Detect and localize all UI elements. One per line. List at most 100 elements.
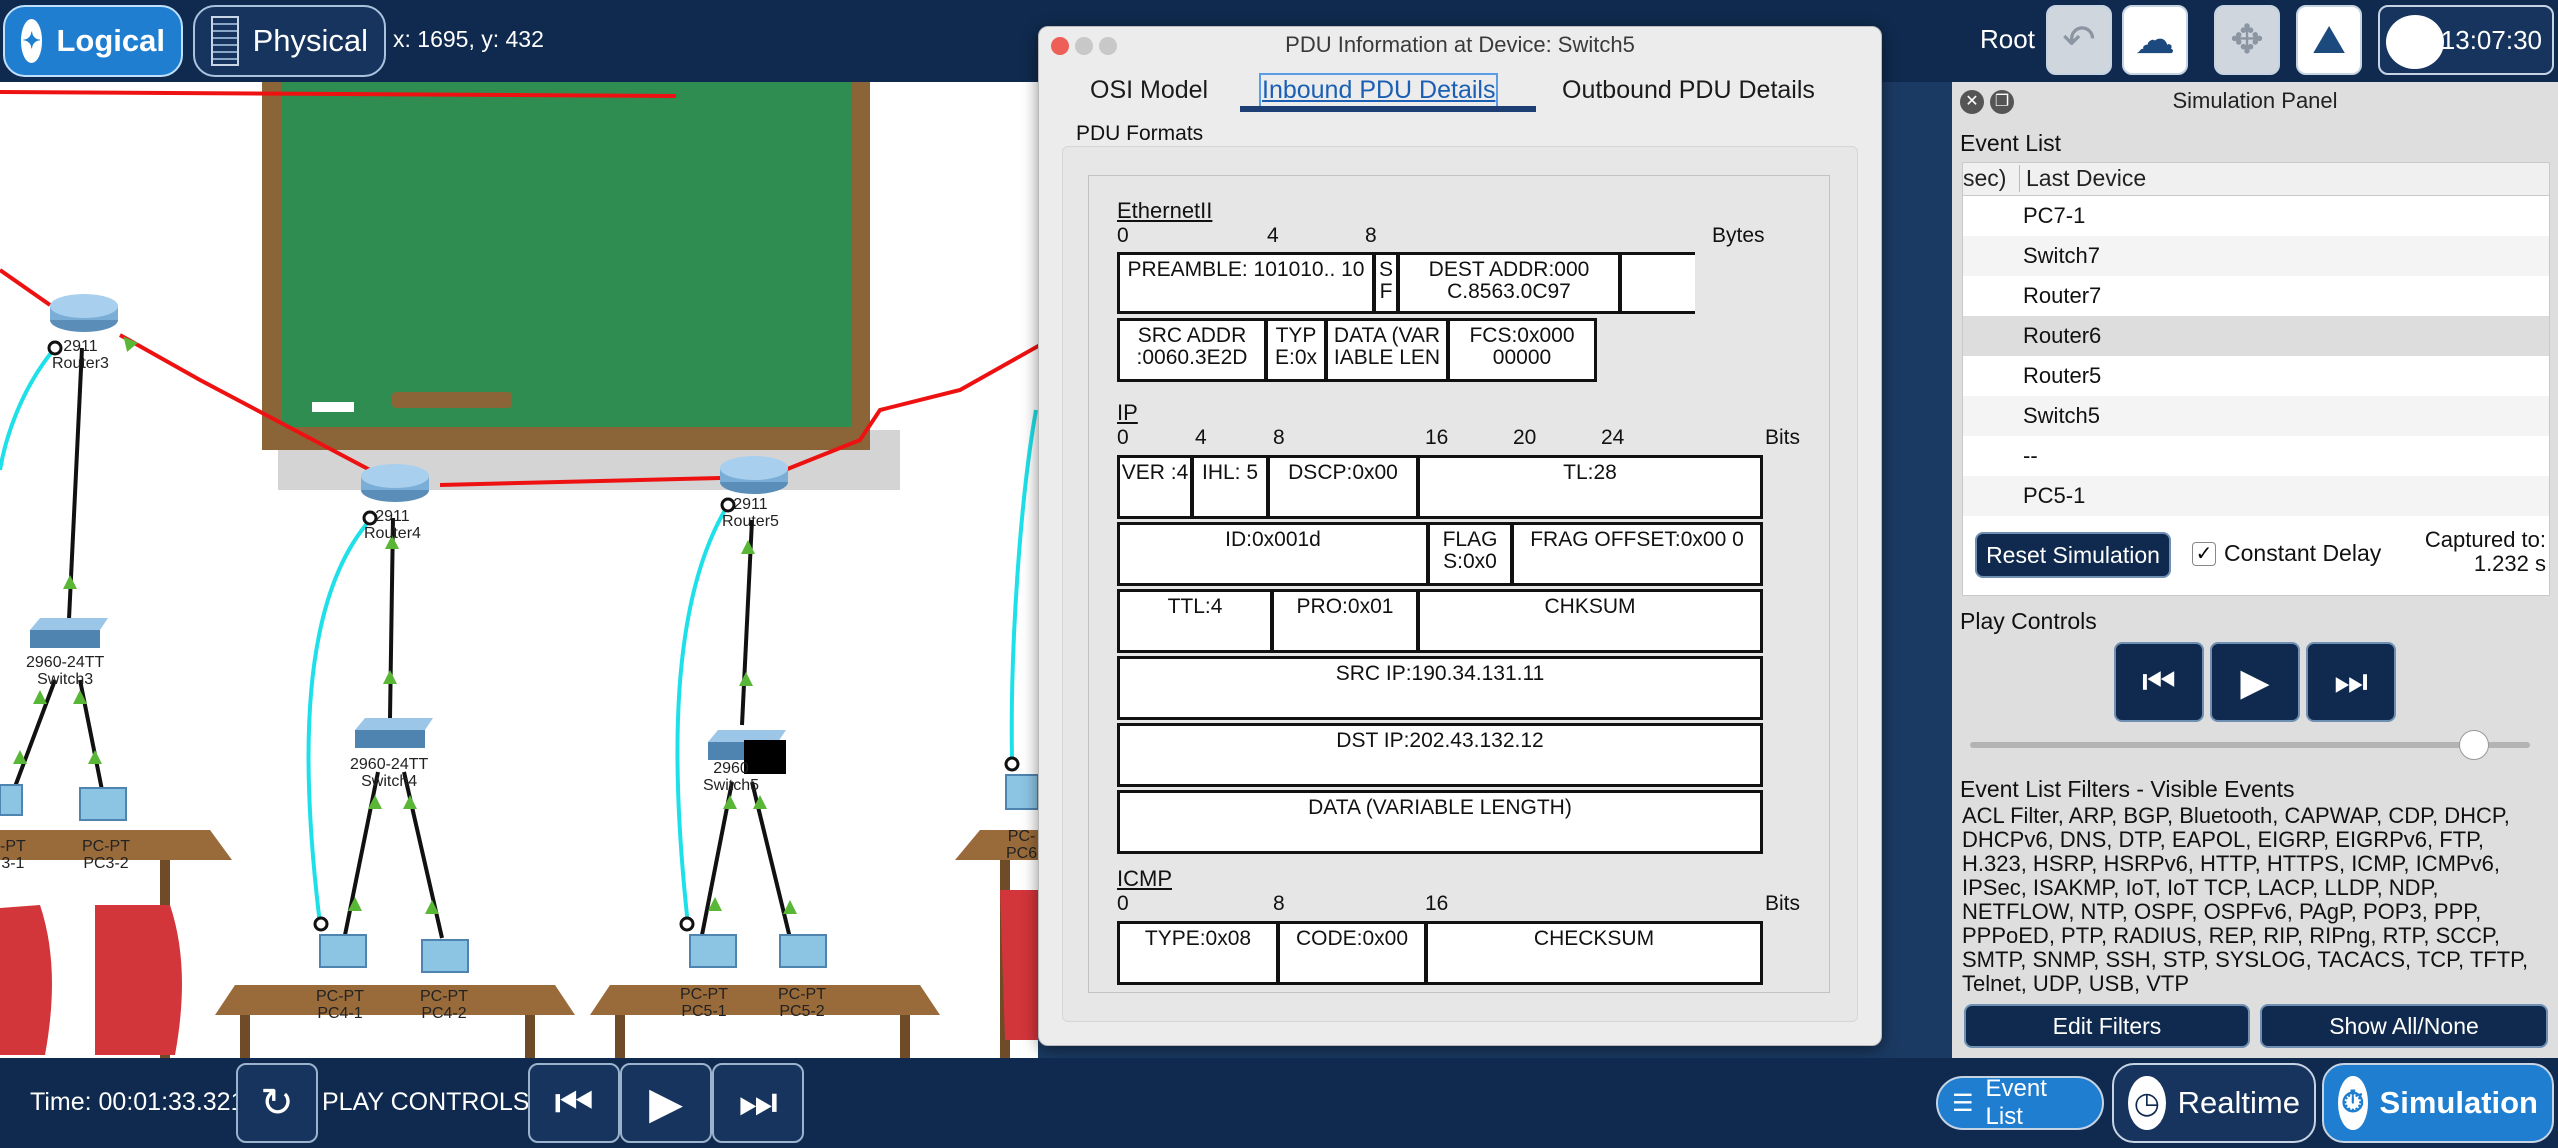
undock-panel-icon[interactable]: ❐: [1990, 90, 2014, 114]
captured-label: Captured to:: [2424, 527, 2546, 552]
background-image-icon[interactable]: ⛰: [2296, 5, 2362, 75]
event-row[interactable]: Switch7: [1963, 236, 2549, 276]
visible-events-list: ACL Filter, ARP, BGP, Bluetooth, CAPWAP,…: [1962, 803, 2529, 996]
ethernet-preamble-field: PREAMBLE: 101010.. 10: [1117, 252, 1375, 314]
logical-view-button[interactable]: ✦ Logical: [3, 5, 183, 77]
tab-outbound-pdu-details[interactable]: Outbound PDU Details: [1562, 76, 1815, 105]
ethernet-link: [66, 347, 84, 641]
logical-workspace[interactable]: 2911 Router3 2911 Router4 2911 Router5 2960…: [0, 82, 1038, 1058]
constant-delay-checkbox[interactable]: ✓: [2192, 542, 2216, 566]
bottom-play-button[interactable]: ▶: [620, 1063, 712, 1143]
switch5-label: 2960 Switch5: [703, 760, 760, 794]
scale-tick: 8: [1273, 892, 1285, 915]
pc-icon[interactable]: [1005, 774, 1038, 810]
ip-fragment-offset-field: FRAG OFFSET:0x00 0: [1511, 522, 1763, 586]
desk-leg: [525, 1015, 535, 1058]
event-list-label: Event List: [1960, 130, 2061, 156]
icmp-code-field: CODE:0x00: [1277, 921, 1427, 985]
event-row[interactable]: --: [1963, 436, 2549, 476]
pc-icon[interactable]: [79, 787, 127, 821]
pc6-label: PC- PC6: [1006, 828, 1038, 862]
list-icon: ☰: [1952, 1089, 1974, 1117]
physical-view-button[interactable]: Physical: [193, 5, 386, 77]
captured-value: 1.232 s: [2473, 551, 2546, 576]
close-panel-icon[interactable]: ✕: [1960, 90, 1984, 114]
column-last-device[interactable]: Last Device: [2019, 165, 2146, 192]
port-indicator: [679, 916, 695, 932]
event-row[interactable]: Router5: [1963, 356, 2549, 396]
ip-checksum-field: CHKSUM: [1417, 589, 1763, 653]
scale-tick: 4: [1267, 224, 1279, 247]
play-button[interactable]: ▶: [2210, 642, 2300, 722]
step-forward-button[interactable]: ⏭: [2306, 642, 2396, 722]
root-label: Root: [1980, 24, 2035, 54]
topology-canvas: [0, 82, 1038, 1058]
ethernet-data-field: DATA (VAR IABLE LEN: [1325, 318, 1449, 382]
chalkboard: [282, 82, 852, 427]
link-up-indicator: [783, 900, 797, 914]
pc-icon[interactable]: [0, 784, 23, 816]
constant-delay-label: Constant Delay: [2224, 540, 2382, 566]
router-icon[interactable]: [361, 464, 429, 502]
selected-tab-indicator: [1240, 106, 1536, 112]
navigation-pad-icon[interactable]: ✥: [2214, 5, 2280, 75]
router-icon[interactable]: [720, 456, 788, 494]
scale-tick: 24: [1601, 426, 1625, 449]
ip-identification-field: ID:0x001d: [1117, 522, 1429, 586]
tab-osi-model[interactable]: OSI Model: [1090, 76, 1208, 105]
step-back-button[interactable]: ⏮: [2114, 642, 2204, 722]
pc-icon[interactable]: [689, 934, 737, 968]
pc4-2-label: PC-PT PC4-2: [420, 988, 468, 1022]
pc-icon[interactable]: [779, 934, 827, 968]
event-row[interactable]: Router7: [1963, 276, 2549, 316]
link-up-indicator: [88, 750, 102, 764]
realtime-mode-button[interactable]: ◷ Realtime: [2112, 1063, 2316, 1143]
reset-simulation-button[interactable]: Reset Simulation: [1975, 532, 2171, 578]
router-icon[interactable]: [50, 294, 118, 332]
event-row[interactable]: Switch5: [1963, 396, 2549, 436]
bottom-step-forward-button[interactable]: ⏭: [712, 1063, 804, 1143]
dialog-title: PDU Information at Device: Switch5: [1285, 32, 1635, 57]
column-time[interactable]: sec): [1963, 165, 2006, 192]
pdu-formats-scroll-area[interactable]: EthernetII 0 4 8 Bytes PREAMBLE: 101010.…: [1088, 175, 1830, 993]
simulation-mode-button[interactable]: ⏱ Simulation: [2322, 1063, 2554, 1143]
event-row[interactable]: PC5-1: [1963, 476, 2549, 516]
scale-unit: Bytes: [1712, 224, 1765, 247]
fiber-link: [675, 503, 730, 926]
ethernet-link: [8, 679, 57, 801]
fiber-link: [0, 346, 57, 471]
event-row[interactable]: PC7-1: [1963, 196, 2549, 236]
pc-icon[interactable]: [319, 934, 367, 968]
router3-label: 2911 Router3: [52, 338, 109, 372]
scale-tick: 20: [1513, 426, 1537, 449]
switch-icon[interactable]: [30, 618, 108, 648]
ip-ihl-field: IHL: 5: [1191, 455, 1269, 519]
time-display: Time: 00:01:33.321: [30, 1088, 245, 1116]
speed-slider-track[interactable]: [1970, 742, 2530, 748]
edit-filters-button[interactable]: Edit Filters: [1964, 1004, 2250, 1048]
desk-leg: [900, 1015, 910, 1058]
pc-icon[interactable]: [421, 939, 469, 973]
reset-time-icon[interactable]: ↻: [236, 1063, 318, 1143]
event-row-selected[interactable]: Router6: [1963, 316, 2549, 356]
back-arrow-icon[interactable]: ↶: [2046, 5, 2112, 75]
show-all-none-button[interactable]: Show All/None: [2260, 1004, 2548, 1048]
tab-inbound-pdu-details[interactable]: Inbound PDU Details: [1258, 73, 1499, 108]
filters-title: Event List Filters - Visible Events: [1960, 776, 2295, 802]
switch3-label: 2960-24TT Switch3: [26, 654, 105, 688]
ip-flags-field: FLAG S:0x0: [1427, 522, 1513, 586]
ip-header: IP: [1117, 400, 1138, 425]
clock-button[interactable]: 13:07:30: [2378, 5, 2554, 75]
router4-label: 2911 Router4: [364, 508, 421, 542]
physical-rack-icon: [211, 16, 239, 66]
desk-leg: [615, 1015, 625, 1058]
scale-unit: Bits: [1765, 426, 1801, 449]
simulation-panel-title: Simulation Panel: [2172, 88, 2338, 113]
add-cloud-icon[interactable]: ☁: [2122, 5, 2188, 75]
switch-icon[interactable]: [355, 718, 433, 748]
speed-slider-thumb[interactable]: [2459, 730, 2489, 760]
pc5-1-label: PC-PT PC5-1: [680, 986, 728, 1020]
event-list-toggle-button[interactable]: ☰ Event List: [1936, 1075, 2104, 1130]
bottom-step-back-button[interactable]: ⏮: [528, 1063, 620, 1143]
event-list-toggle-label: Event List: [1985, 1075, 2047, 1130]
